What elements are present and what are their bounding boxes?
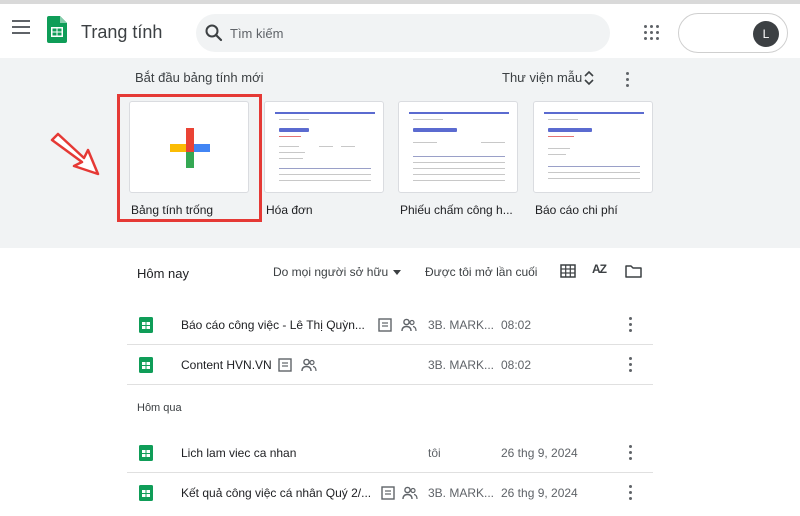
search-box[interactable] [196, 14, 610, 52]
file-last-opened: 26 thg 9, 2024 [501, 486, 578, 500]
gallery-more-icon[interactable] [626, 72, 630, 88]
template-timesheet[interactable] [398, 101, 518, 193]
yesterday-section-title: Hôm qua [137, 402, 182, 414]
image-icon [278, 358, 292, 372]
row-divider [127, 384, 653, 385]
file-owner: 3B. MARK... [428, 358, 495, 372]
file-more-icon[interactable] [629, 317, 633, 333]
apps-grid-icon[interactable] [644, 25, 660, 41]
template-expense-report-label[interactable]: Báo cáo chi phí [535, 203, 618, 217]
main-menu-icon[interactable] [12, 20, 30, 36]
sheets-file-icon [139, 317, 153, 333]
sheets-logo-icon[interactable] [47, 16, 67, 43]
file-last-opened: 26 thg 9, 2024 [501, 446, 578, 460]
shared-icon [401, 318, 417, 332]
today-section-title: Hôm nay [137, 266, 190, 281]
file-last-opened: 08:02 [501, 318, 532, 332]
template-library-button[interactable]: Thư viện mẫu [502, 70, 582, 85]
row-divider [127, 472, 653, 473]
account-switcher[interactable]: L [678, 13, 788, 53]
expand-collapse-icon[interactable] [583, 70, 595, 86]
file-row[interactable]: Lich lam viec ca nhan tôi 26 thg 9, 2024 [127, 434, 653, 472]
top-bar: Trang tính L [0, 0, 800, 58]
file-owner: tôi [428, 446, 441, 460]
search-icon[interactable] [204, 23, 224, 43]
file-row[interactable]: Báo cáo công việc - Lê Thị Quỳn... 3B. M… [127, 306, 653, 344]
search-input[interactable] [230, 23, 590, 43]
owner-filter-label: Do mọi người sở hữu [273, 265, 389, 279]
file-more-icon[interactable] [629, 485, 633, 501]
sheets-file-icon [139, 445, 153, 461]
template-gallery: Bắt đầu bảng tính mới Thư viện mẫu Bảng … [0, 58, 800, 248]
file-name: Lich lam viec ca nhan [181, 446, 297, 460]
arrow-annotation-icon [50, 132, 100, 176]
image-icon [381, 486, 395, 500]
template-invoice-label[interactable]: Hóa đơn [266, 203, 313, 217]
template-expense-report[interactable] [533, 101, 653, 193]
sheets-file-icon [139, 485, 153, 501]
template-invoice[interactable] [264, 101, 384, 193]
folder-icon[interactable] [625, 264, 642, 278]
file-owner: 3B. MARK... [428, 486, 495, 500]
sort-last-opened-button[interactable]: Được tôi mở lần cuối [425, 265, 537, 279]
sort-az-icon[interactable]: AZ [592, 262, 607, 276]
app-title[interactable]: Trang tính [81, 22, 162, 43]
grid-view-icon[interactable] [560, 264, 576, 278]
file-owner: 3B. MARK... [428, 318, 495, 332]
avatar[interactable]: L [753, 21, 779, 47]
file-name: Content HVN.VN [181, 358, 272, 372]
template-timesheet-label[interactable]: Phiếu chấm công h... [400, 203, 513, 217]
file-name: Báo cáo công việc - Lê Thị Quỳn... [181, 318, 365, 332]
file-row[interactable]: Content HVN.VN 3B. MARK... 08:02 [127, 346, 653, 384]
image-icon [378, 318, 392, 332]
sheets-file-icon [139, 357, 153, 373]
file-more-icon[interactable] [629, 357, 633, 373]
file-name: Kết quả công việc cá nhân Quý 2/... [181, 486, 372, 500]
file-more-icon[interactable] [629, 445, 633, 461]
file-row[interactable]: Kết quả công việc cá nhân Quý 2/... 3B. … [127, 474, 653, 512]
shared-icon [301, 358, 317, 372]
file-last-opened: 08:02 [501, 358, 532, 372]
highlight-annotation [117, 94, 262, 222]
shared-icon [402, 486, 418, 500]
caret-down-icon [393, 270, 402, 276]
row-divider [127, 344, 653, 345]
gallery-title: Bắt đầu bảng tính mới [135, 70, 264, 85]
owner-filter-dropdown[interactable]: Do mọi người sở hữu [273, 265, 402, 279]
